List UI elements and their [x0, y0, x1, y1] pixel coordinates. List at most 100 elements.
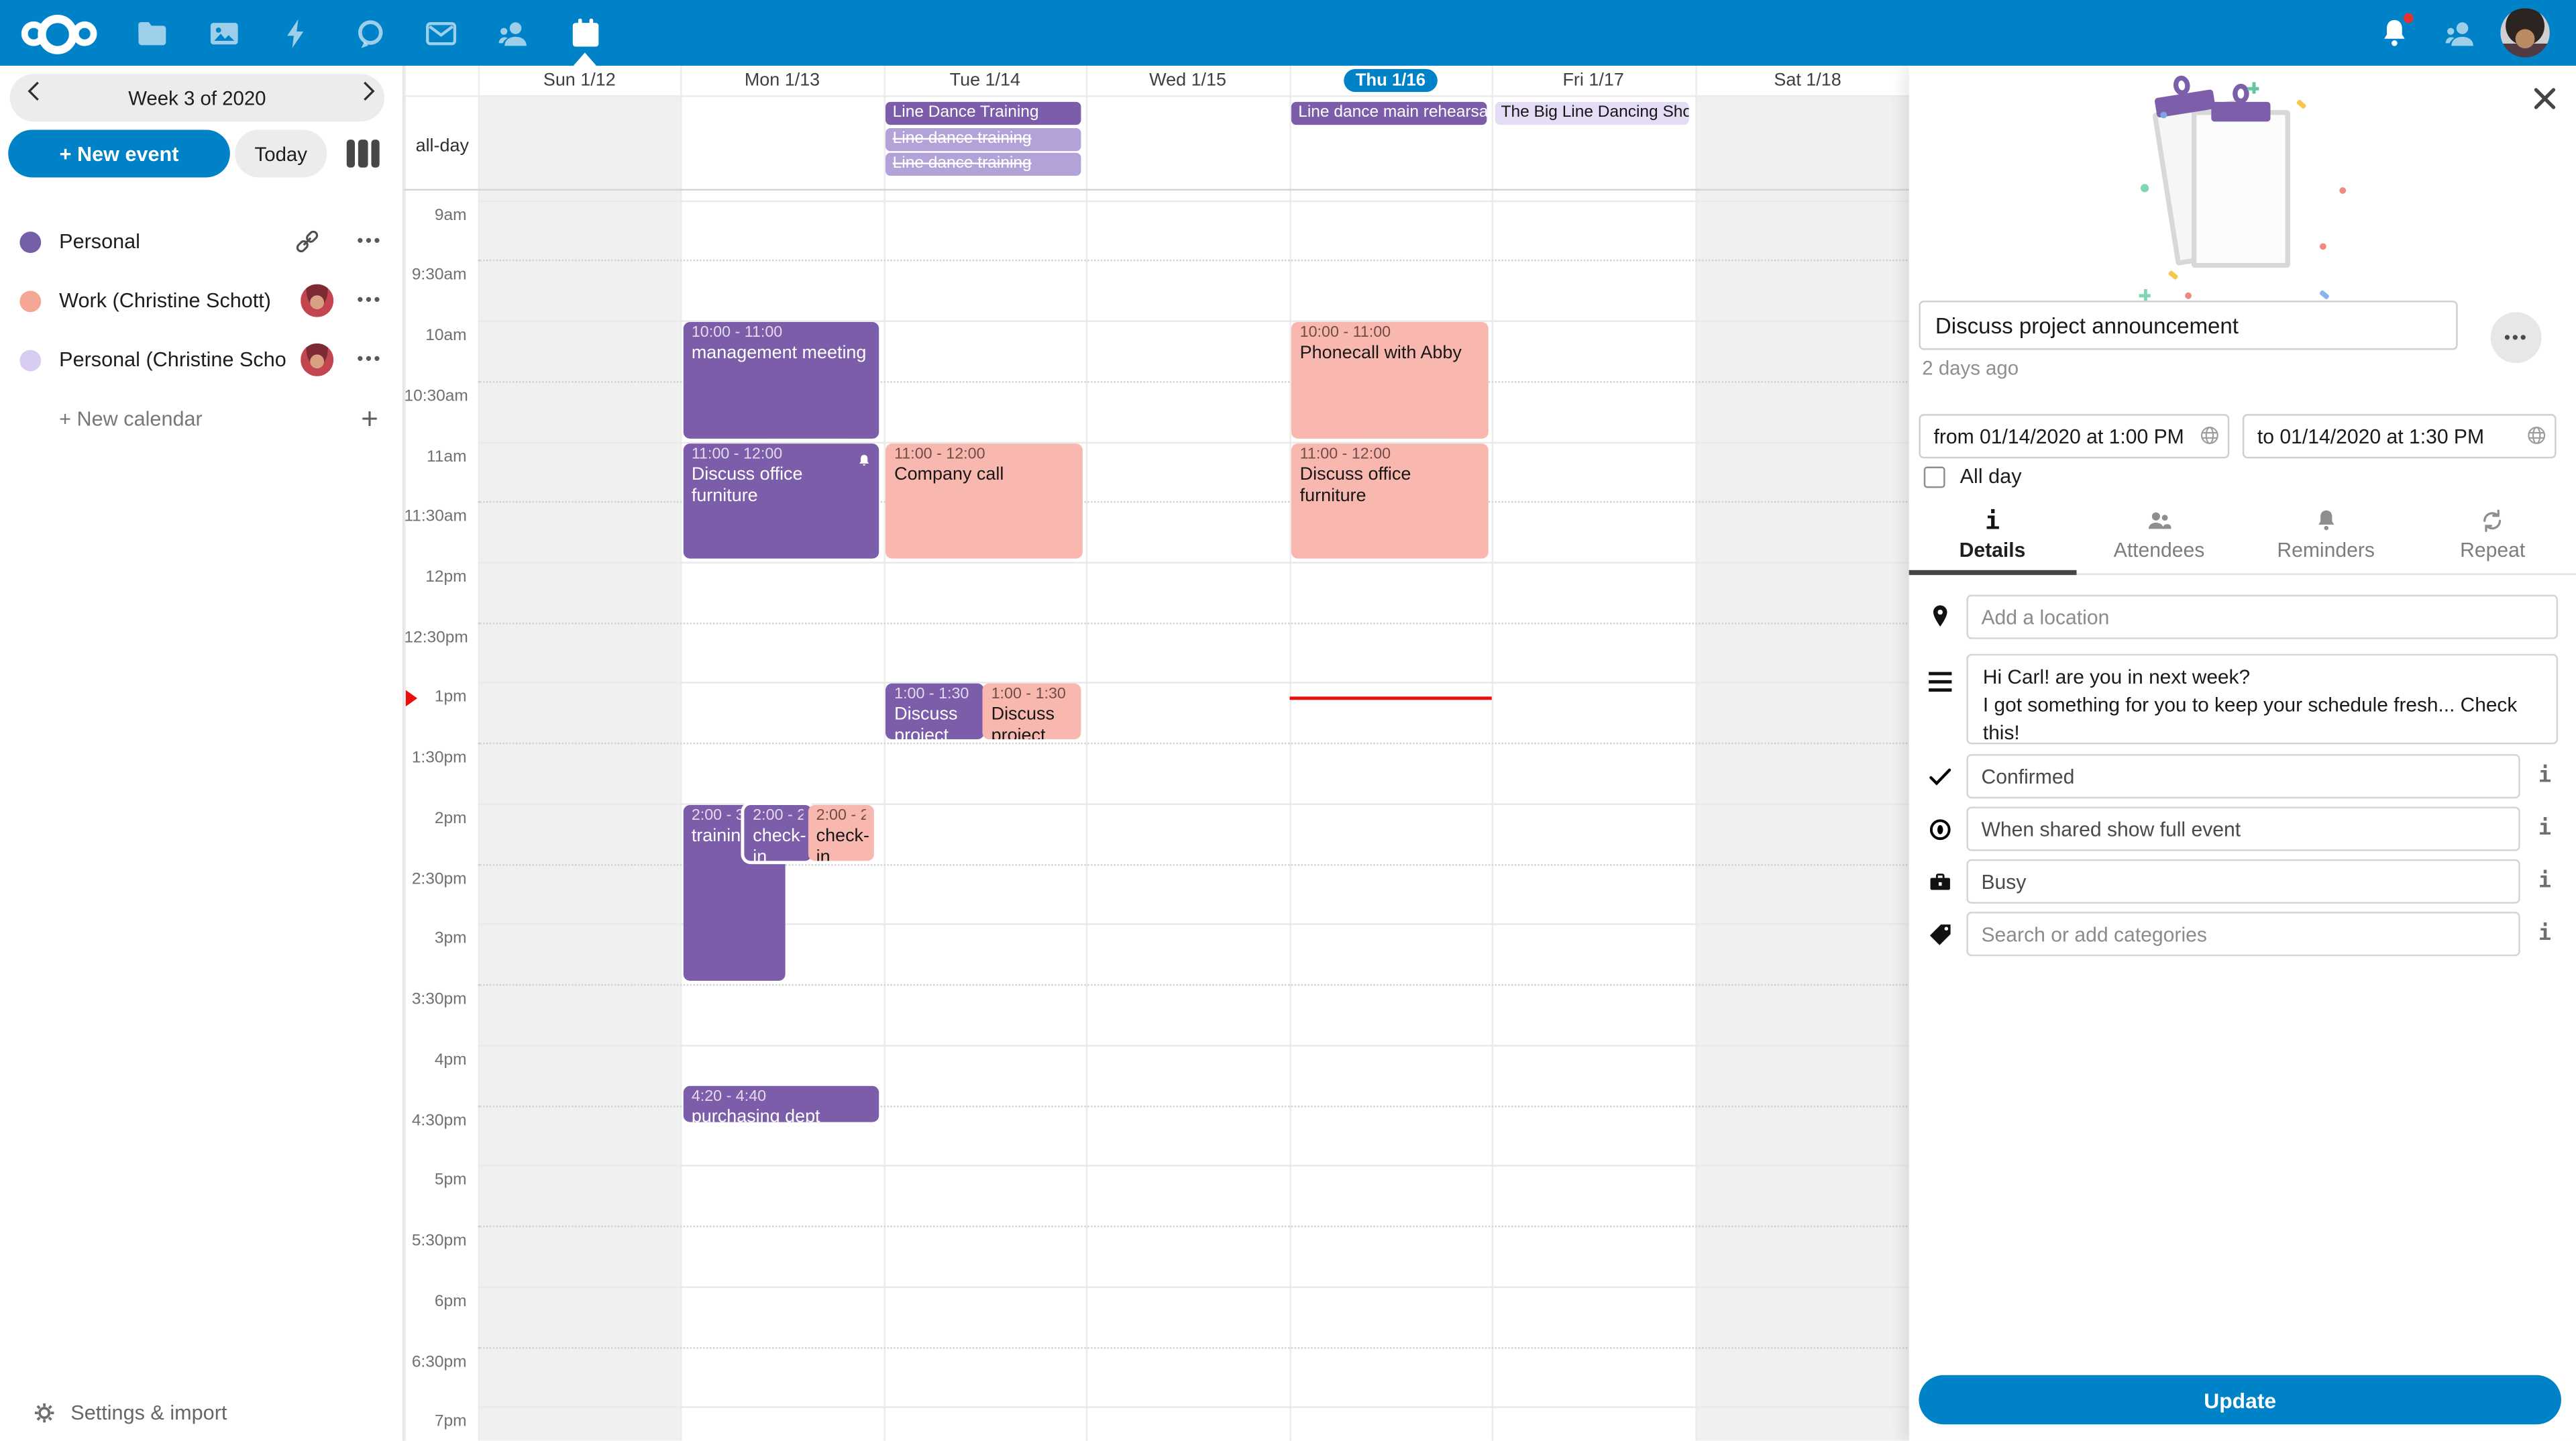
end-datetime-input[interactable] [2243, 414, 2557, 458]
all-day-checkbox[interactable] [1924, 467, 1945, 488]
description-input[interactable]: Hi Carl! are you in next week? I got som… [1966, 654, 2558, 745]
event-chip[interactable]: 1:00 - 1:30Discuss project announcement [886, 684, 983, 740]
shared-by-avatar [301, 343, 333, 376]
categories-input[interactable] [1966, 912, 2520, 956]
next-week-button[interactable] [355, 77, 381, 103]
today-button[interactable]: Today [235, 129, 327, 177]
week-label: Week 3 of 2020 [128, 87, 266, 109]
new-calendar-button[interactable]: + New calendar [0, 389, 402, 448]
visibility-info-icon[interactable] [2533, 815, 2556, 845]
day-header[interactable]: Thu 1/16 [1289, 66, 1492, 95]
active-app-indicator [574, 52, 596, 66]
talk-icon[interactable] [350, 13, 390, 53]
all-day-checkbox-label[interactable]: All day [1960, 465, 2022, 488]
all-day-event[interactable]: Line dance main rehearsal [1291, 102, 1486, 125]
plus-icon[interactable] [352, 401, 388, 437]
files-icon[interactable] [131, 13, 171, 53]
day-header[interactable]: Fri 1/17 [1492, 66, 1695, 95]
event-chip[interactable]: 10:00 - 11:00Phonecall with Abby [1291, 322, 1487, 438]
calendar-actions-icon[interactable] [352, 286, 388, 315]
user-avatar[interactable] [2500, 8, 2549, 57]
shared-by-avatar [301, 284, 333, 317]
tab-repeat[interactable]: Repeat [2409, 502, 2576, 573]
visibility-select[interactable]: When shared show full event [1966, 806, 2520, 851]
notifications-bell-icon[interactable] [2374, 13, 2414, 53]
status-info-icon[interactable] [2533, 762, 2556, 792]
nextcloud-logo[interactable] [21, 15, 97, 54]
location-input[interactable] [1966, 595, 2558, 639]
day-header[interactable]: Sun 1/12 [478, 66, 681, 95]
time-label: 9am [404, 207, 466, 226]
all-day-event[interactable]: Line dance training [886, 127, 1081, 150]
time-label: 3:30pm [404, 991, 466, 1010]
contacts-menu-icon[interactable] [2440, 13, 2479, 53]
calendar-item-personal-shared[interactable]: Personal (Christine Scho… [0, 330, 402, 389]
status-select[interactable]: Confirmed [1966, 754, 2520, 798]
day-header-row: Sun 1/12Mon 1/13Tue 1/14Wed 1/15Thu 1/16… [404, 66, 1919, 95]
availability-select[interactable]: Busy [1966, 859, 2520, 904]
calendar-item-personal[interactable]: Personal [0, 212, 402, 271]
event-chip[interactable]: 2:00 - 2:30check-in [745, 805, 812, 861]
categories-info-icon[interactable] [2533, 920, 2556, 949]
time-label: 10:30am [404, 387, 466, 407]
calendar-item-work[interactable]: Work (Christine Schott) [0, 271, 402, 330]
event-chip[interactable]: 11:00 - 12:00Discuss office furniture [1291, 443, 1487, 559]
timezone-globe-icon [2525, 424, 2548, 447]
gridline [478, 260, 1921, 262]
photos-icon[interactable] [204, 13, 244, 53]
contacts-icon[interactable] [493, 13, 533, 53]
view-toggle-icon[interactable] [347, 140, 380, 168]
all-day-event[interactable]: The Big Line Dancing Show [1495, 102, 1689, 125]
start-datetime-input[interactable] [1919, 414, 2229, 458]
day-header[interactable]: Mon 1/13 [681, 66, 883, 95]
day-header[interactable]: Wed 1/15 [1086, 66, 1289, 95]
tab-attendees[interactable]: Attendees [2076, 502, 2243, 573]
calendar-actions-icon[interactable] [352, 345, 388, 374]
sidebar: Week 3 of 2020 + New event Today Persona… [0, 66, 402, 1441]
event-chip[interactable]: 4:20 - 4:40purchasing dept [684, 1087, 879, 1122]
busy-briefcase-icon [1925, 867, 1955, 897]
share-link-icon[interactable] [292, 227, 322, 256]
calendar-actions-icon[interactable] [352, 227, 388, 256]
tab-details[interactable]: i Details [1909, 502, 2076, 573]
day-header[interactable]: Sat 1/18 [1695, 66, 1920, 95]
calendar-week-view: Sun 1/12Mon 1/13Tue 1/14Wed 1/15Thu 1/16… [402, 66, 1919, 1441]
event-chip[interactable]: 2:00 - 2:30check-in [808, 805, 873, 861]
event-chip[interactable]: 11:00 - 12:00Discuss office furniture [684, 443, 879, 559]
all-day-event[interactable]: Line Dance Training [886, 102, 1081, 125]
repeat-icon [2479, 506, 2506, 534]
all-day-event[interactable]: Line dance training [886, 153, 1081, 176]
gridline [478, 984, 1921, 985]
time-grid[interactable]: 9am9:30am10am10:30am11am11:30am12pm12:30… [404, 191, 1920, 1441]
calendar-icon[interactable] [565, 13, 604, 53]
event-title: Discuss project announcement [894, 706, 975, 740]
time-label: 4:30pm [404, 1112, 466, 1131]
bell-icon [2313, 506, 2339, 534]
visibility-eye-icon [1925, 815, 1955, 845]
event-chip[interactable]: 1:00 - 1:30Discuss project [983, 684, 1080, 740]
event-chip[interactable]: 10:00 - 11:00management meeting [684, 322, 879, 438]
activity-icon[interactable] [276, 13, 315, 53]
event-actions-menu-icon[interactable] [2491, 312, 2542, 363]
availability-info-icon[interactable] [2533, 867, 2556, 897]
gridline [478, 682, 1921, 684]
time-label: 12:30pm [404, 629, 466, 648]
gear-icon [33, 1401, 56, 1424]
new-event-button[interactable]: + New event [8, 129, 230, 177]
tab-reminders[interactable]: Reminders [2243, 502, 2410, 573]
event-time: 11:00 - 12:00 [894, 445, 1074, 464]
calendar-name: Personal (Christine Scho… [59, 348, 286, 371]
calendar-color-dot [19, 231, 41, 252]
event-title-input[interactable] [1919, 301, 2457, 350]
event-illustration [1909, 82, 2576, 299]
day-header[interactable]: Tue 1/14 [883, 66, 1086, 95]
event-title: Company call [894, 464, 1074, 486]
settings-import-button[interactable]: Settings & import [0, 1395, 402, 1431]
previous-week-button[interactable] [19, 77, 46, 103]
event-time: 2:00 - 2:30 [816, 806, 865, 826]
mail-icon[interactable] [421, 13, 460, 53]
attendees-icon [2146, 506, 2172, 534]
update-button[interactable]: Update [1919, 1375, 2561, 1424]
week-selector[interactable]: Week 3 of 2020 [10, 74, 384, 121]
event-chip[interactable]: 11:00 - 12:00Company call [886, 443, 1082, 559]
